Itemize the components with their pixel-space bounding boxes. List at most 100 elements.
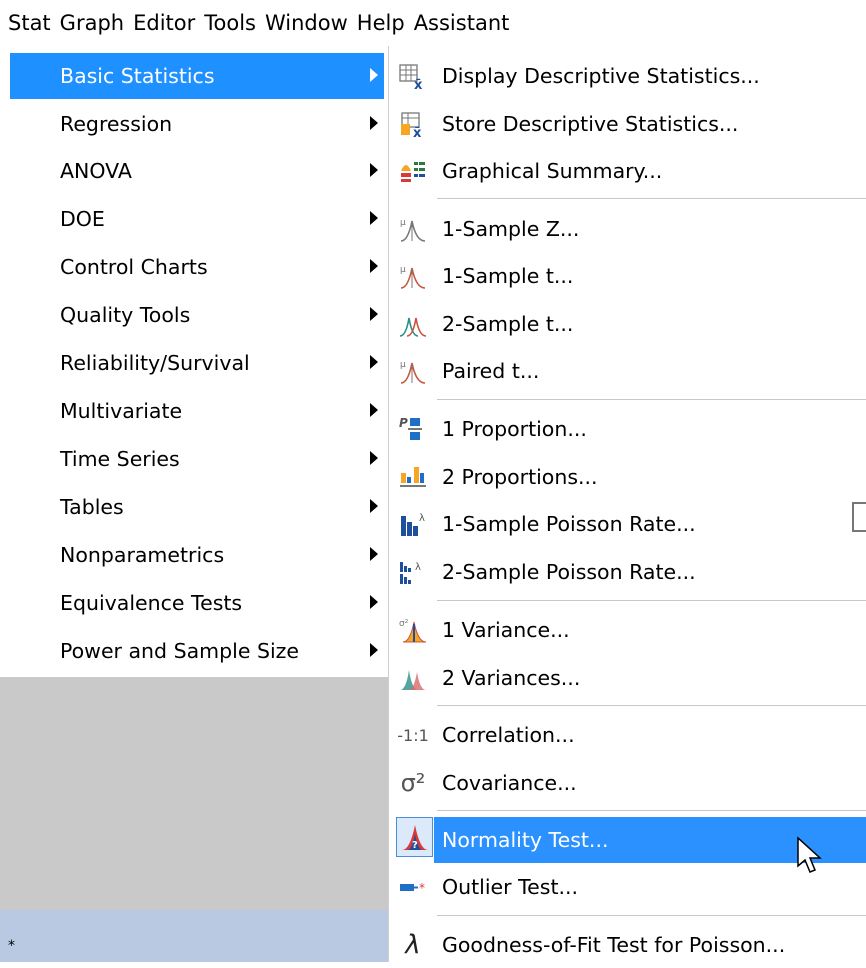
submenu-item-label: Covariance...	[442, 771, 577, 795]
menu-stat[interactable]: Stat	[8, 11, 51, 35]
svg-text:μ: μ	[400, 265, 406, 275]
submenu-item-outlier-test[interactable]: * Outlier Test...	[389, 864, 866, 910]
stat-item-power-and-sample-size[interactable]: Power and Sample Size	[10, 628, 384, 674]
status-marker: *	[8, 938, 15, 954]
submenu-arrow-icon	[370, 643, 378, 657]
menu-item-label: DOE	[60, 207, 105, 231]
stat-menu: Basic Statistics Regression ANOVA DOE Co…	[0, 46, 391, 677]
stat-item-basic-statistics[interactable]: Basic Statistics	[10, 53, 384, 99]
two-proportions-icon	[397, 462, 429, 492]
svg-text:μ: μ	[400, 218, 406, 228]
lambda-icon: λ	[405, 930, 421, 960]
submenu-item-paired-t[interactable]: μ Paired t...	[389, 348, 866, 394]
submenu-item-store-descriptive-statistics[interactable]: x̄ Store Descriptive Statistics...	[389, 101, 866, 147]
submenu-item-2-proportions[interactable]: 2 Proportions...	[389, 454, 866, 500]
one-sample-z-icon: μ	[397, 214, 429, 244]
one-sample-t-icon: μ	[397, 261, 429, 291]
submenu-item-label: 1-Sample Z...	[442, 217, 580, 241]
submenu-item-label: 2-Sample t...	[442, 312, 574, 336]
menu-bar: Stat Graph Editor Tools Window Help Assi…	[0, 0, 866, 46]
menu-tools[interactable]: Tools	[204, 11, 256, 35]
menu-editor[interactable]: Editor	[133, 11, 195, 35]
submenu-arrow-icon	[370, 595, 378, 609]
menu-item-label: Control Charts	[60, 255, 208, 279]
stat-item-reliability-survival[interactable]: Reliability/Survival	[10, 340, 384, 386]
submenu-arrow-icon	[370, 211, 378, 225]
menu-item-label: Nonparametrics	[60, 543, 225, 567]
svg-text:λ: λ	[419, 513, 425, 524]
submenu-arrow-icon	[370, 451, 378, 465]
svg-text:?: ?	[412, 840, 418, 851]
submenu-item-1-proportion[interactable]: P 1 Proportion...	[389, 406, 866, 452]
stat-item-time-series[interactable]: Time Series	[10, 436, 384, 482]
submenu-item-goodness-of-fit-poisson[interactable]: λ Goodness-of-Fit Test for Poisson...	[389, 922, 866, 968]
status-bar: *	[0, 910, 390, 962]
svg-text:*: *	[419, 881, 425, 895]
mouse-cursor-icon	[796, 836, 826, 882]
submenu-item-2-sample-poisson-rate[interactable]: λ 2-Sample Poisson Rate...	[389, 549, 866, 595]
menu-item-label: Tables	[60, 495, 124, 519]
one-proportion-icon: P	[397, 414, 429, 444]
submenu-item-label: Graphical Summary...	[442, 159, 663, 183]
submenu-item-covariance[interactable]: σ² Covariance...	[389, 760, 866, 806]
submenu-arrow-icon	[370, 68, 378, 82]
submenu-arrow-icon	[370, 163, 378, 177]
menu-graph[interactable]: Graph	[60, 11, 124, 35]
menu-separator	[437, 198, 866, 199]
submenu-item-display-descriptive-statistics[interactable]: x̄ Display Descriptive Statistics...	[389, 53, 866, 99]
submenu-arrow-icon	[370, 259, 378, 273]
submenu-arrow-icon	[370, 403, 378, 417]
submenu-item-correlation[interactable]: -1:1 Correlation...	[389, 712, 866, 758]
svg-text:λ: λ	[415, 562, 421, 573]
stat-item-anova[interactable]: ANOVA	[10, 148, 384, 194]
submenu-item-2-variances[interactable]: 2 Variances...	[389, 655, 866, 701]
menu-separator	[437, 399, 866, 400]
menu-separator	[437, 600, 866, 601]
menu-item-label: Basic Statistics	[60, 64, 215, 88]
stat-item-control-charts[interactable]: Control Charts	[10, 244, 384, 290]
submenu-item-label: 2 Variances...	[442, 666, 581, 690]
stat-item-regression[interactable]: Regression	[10, 101, 384, 147]
submenu-arrow-icon	[370, 355, 378, 369]
submenu-item-1-sample-poisson-rate[interactable]: λ 1-Sample Poisson Rate...	[389, 501, 866, 547]
svg-text:x̄: x̄	[413, 126, 422, 138]
submenu-item-label: 1 Proportion...	[442, 417, 587, 441]
submenu-item-graphical-summary[interactable]: Graphical Summary...	[389, 148, 866, 194]
stat-item-tables[interactable]: Tables	[10, 484, 384, 530]
menu-item-label: Equivalence Tests	[60, 591, 243, 615]
graphical-summary-icon	[397, 156, 429, 186]
submenu-item-label: Paired t...	[442, 359, 540, 383]
submenu-arrow-icon	[370, 116, 378, 130]
submenu-item-1-sample-t[interactable]: μ 1-Sample t...	[389, 253, 866, 299]
submenu-arrow-icon	[370, 547, 378, 561]
one-variance-icon: σ²	[397, 615, 429, 645]
normality-test-icon: ?	[396, 817, 433, 857]
menu-window[interactable]: Window	[265, 11, 348, 35]
submenu-item-1-variance[interactable]: σ² 1 Variance...	[389, 607, 866, 653]
svg-text:μ: μ	[400, 360, 406, 370]
menu-assistant[interactable]: Assistant	[414, 11, 510, 35]
submenu-item-label: 2 Proportions...	[442, 465, 598, 489]
menu-help[interactable]: Help	[357, 11, 405, 35]
two-variances-icon	[397, 663, 429, 693]
submenu-item-label: 1-Sample Poisson Rate...	[442, 512, 696, 536]
menu-item-label: Regression	[60, 112, 173, 136]
stat-item-nonparametrics[interactable]: Nonparametrics	[10, 532, 384, 578]
app-background	[0, 677, 390, 910]
stat-item-doe[interactable]: DOE	[10, 196, 384, 242]
stat-item-equivalence-tests[interactable]: Equivalence Tests	[10, 580, 384, 626]
menu-item-label: Reliability/Survival	[60, 351, 250, 375]
menu-item-label: Multivariate	[60, 399, 183, 423]
two-sample-t-icon	[397, 309, 429, 339]
submenu-item-label: 2-Sample Poisson Rate...	[442, 560, 696, 584]
submenu-item-1-sample-z[interactable]: μ 1-Sample Z...	[389, 206, 866, 252]
svg-text:P: P	[399, 416, 408, 430]
submenu-item-label: Store Descriptive Statistics...	[442, 112, 739, 136]
stat-item-multivariate[interactable]: Multivariate	[10, 388, 384, 434]
submenu-arrow-icon	[370, 307, 378, 321]
menu-separator	[437, 810, 866, 811]
submenu-item-2-sample-t[interactable]: 2-Sample t...	[389, 301, 866, 347]
paired-t-icon: μ	[397, 356, 429, 386]
svg-text:x̄: x̄	[414, 78, 423, 90]
stat-item-quality-tools[interactable]: Quality Tools	[10, 292, 384, 338]
